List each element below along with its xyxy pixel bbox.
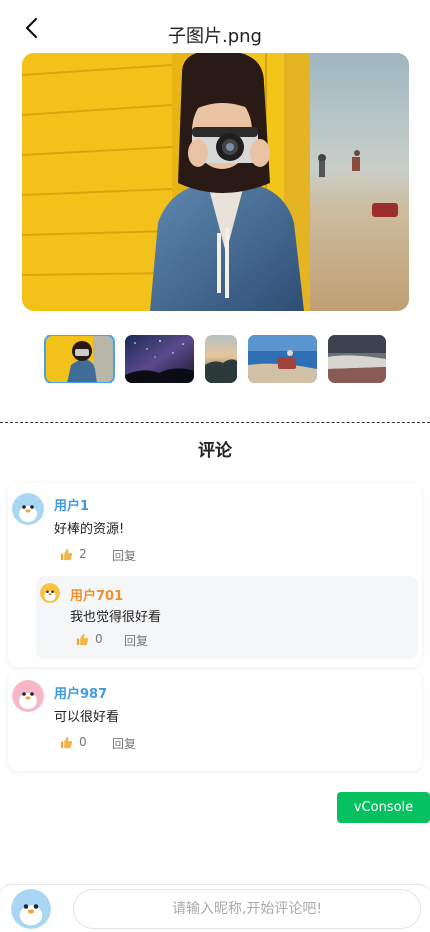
reply-button[interactable]: 回复 [112,735,136,752]
thumbnail-1[interactable] [44,335,115,383]
reply-button[interactable]: 回复 [124,632,148,649]
thumbnail-5[interactable] [328,335,386,383]
header: 子图片.png [0,0,430,52]
reply-username[interactable]: 用户701 [70,585,123,604]
like-count: 2 [79,547,87,561]
section-divider [0,422,430,423]
thumbs-up-icon [60,548,73,560]
avatar-icon [40,583,60,603]
reply-text: 我也觉得很好看 [70,610,162,625]
comment-input[interactable] [73,889,421,929]
avatar-icon [11,889,51,929]
comment-username[interactable]: 用户987 [54,683,107,702]
avatar-icon [12,680,44,712]
comment-username[interactable]: 用户1 [54,495,89,514]
thumbs-up-icon [76,633,89,645]
main-image [22,53,409,311]
thumbnail-strip[interactable] [44,335,386,383]
comment-bar [0,884,430,932]
avatar-icon [12,493,44,525]
thumbnail-3[interactable] [205,335,237,383]
reply-card: 用户701 我也觉得很好看 0 回复 [36,576,418,659]
avatar [12,493,44,525]
like-button[interactable]: 0 [60,735,87,749]
comment-card: 用户987 可以很好看 0 回复 [8,670,422,771]
page-title: 子图片.png [168,26,262,47]
thumbnail-4[interactable] [248,335,317,383]
like-button[interactable]: 0 [76,632,103,646]
vconsole-button[interactable]: vConsole [337,792,430,823]
reply-button[interactable]: 回复 [112,547,136,564]
like-count: 0 [79,735,87,749]
avatar[interactable] [11,889,51,929]
thumbnail-2[interactable] [125,335,194,383]
comment-text: 好棒的资源! [54,522,125,537]
thumbs-up-icon [60,736,73,748]
avatar [40,583,60,603]
like-button[interactable]: 2 [60,547,87,561]
avatar [12,680,44,712]
comment-text: 可以很好看 [54,710,120,725]
like-count: 0 [95,632,103,646]
comment-card: 用户1 好棒的资源! 2 回复 用户701 我也觉得很好看 0 回复 [8,483,422,667]
comments-heading: 评论 [198,441,232,461]
